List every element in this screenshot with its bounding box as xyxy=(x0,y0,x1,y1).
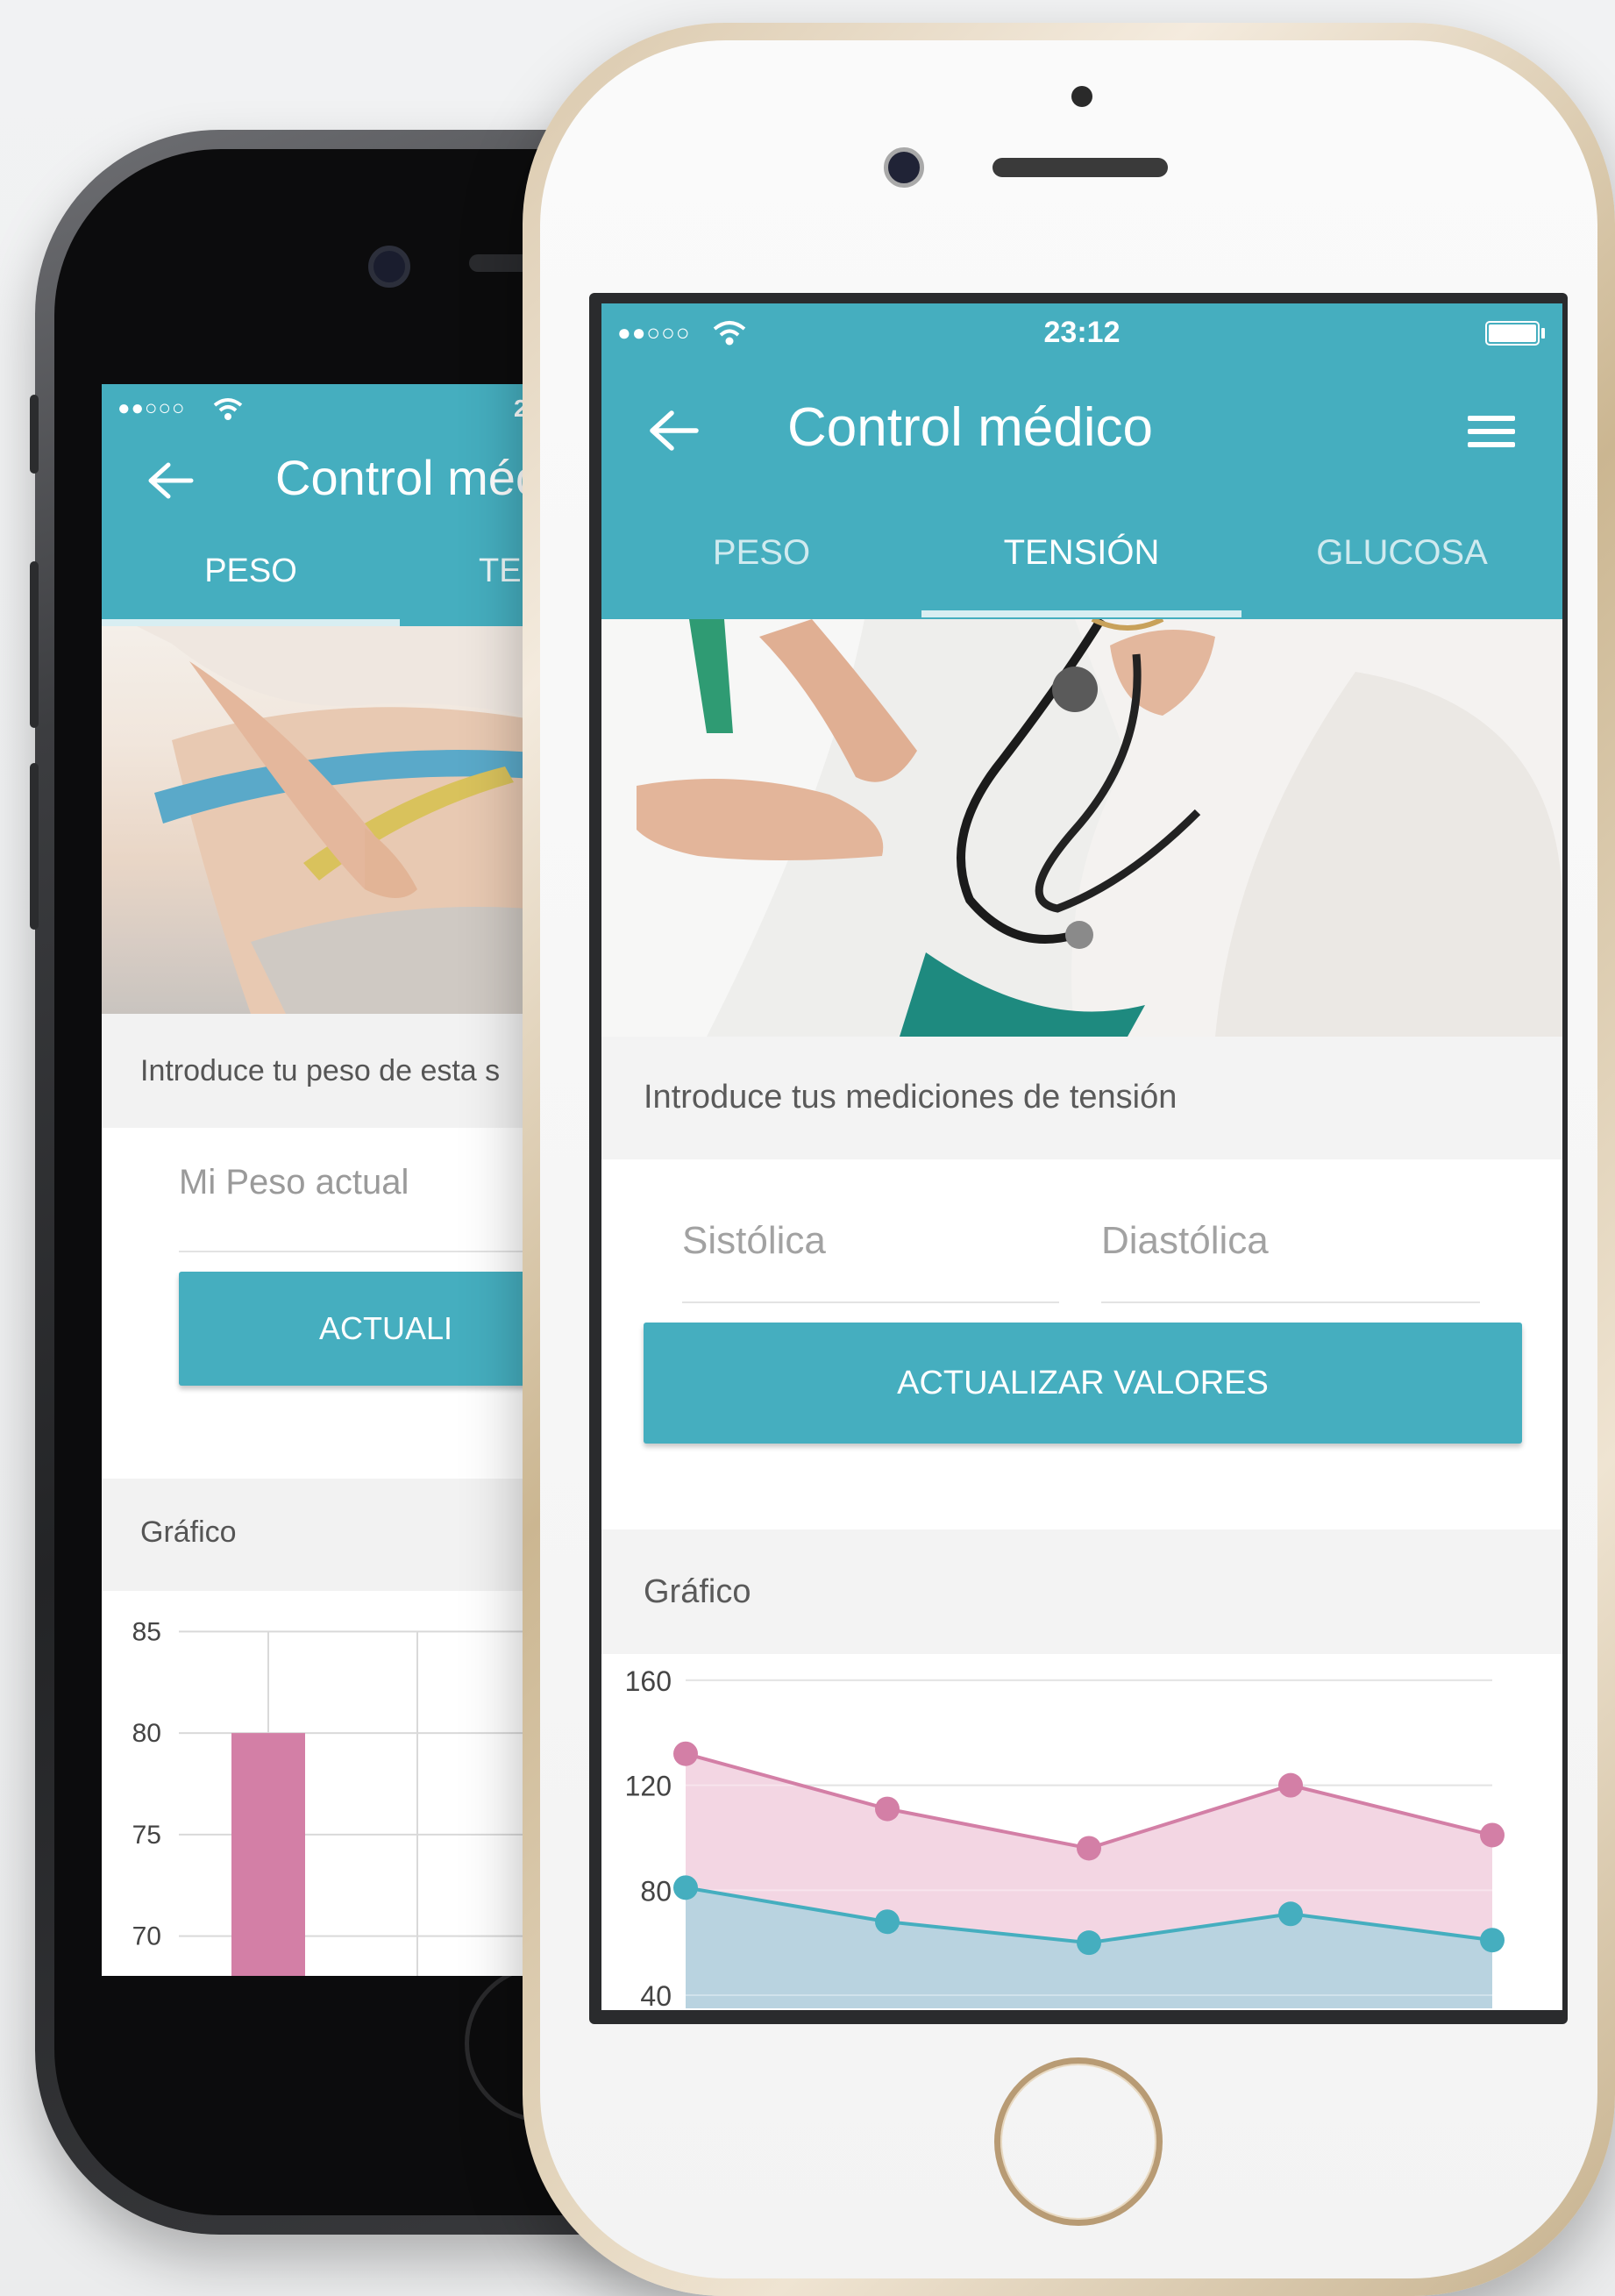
diastolic-point xyxy=(875,1909,900,1935)
status-bar: ●●○○○ 23:12 xyxy=(601,303,1562,363)
back-phone-mute-switch xyxy=(30,395,39,474)
blood-pressure-measurement-illustration xyxy=(601,619,1562,1037)
back-phone-screen: ●●○○○ 2 Control méc PESO TE Introduce tu… xyxy=(102,384,593,1976)
tab-tension[interactable]: TE xyxy=(479,553,522,590)
systolic-input-underline xyxy=(682,1301,1059,1303)
diastolic-input[interactable]: Diastólica xyxy=(1101,1219,1269,1263)
back-arrow-icon[interactable] xyxy=(647,409,700,453)
systolic-input[interactable]: Sistólica xyxy=(682,1219,826,1263)
front-phone-screen: ●●○○○ 23:12 Control médico PESO TENSIÓN … xyxy=(601,303,1562,2010)
weight-bar-chart: 85 80 75 70 xyxy=(132,1617,593,1976)
status-time: 23:12 xyxy=(1043,316,1121,349)
tension-area-chart: 160 120 80 40 xyxy=(625,1665,1505,2010)
weight-form: Mi Peso actual ACTUALI xyxy=(102,1128,593,1479)
back-tab-bar: PESO TE xyxy=(102,517,593,626)
battery-icon xyxy=(1485,321,1540,346)
y-tick-label: 80 xyxy=(640,1875,672,1907)
chart-section-title: Gráfico xyxy=(644,1573,751,1610)
tab-bar: PESO TENSIÓN GLUCOSA xyxy=(601,495,1562,619)
wifi-icon xyxy=(213,398,243,420)
weight-chart-area: 85 80 75 70 xyxy=(102,1591,593,1976)
back-phone-volume-up xyxy=(30,561,39,728)
diastolic-point xyxy=(1077,1930,1101,1956)
home-button[interactable] xyxy=(994,2057,1163,2226)
systolic-point xyxy=(1278,1772,1303,1798)
y-tick-label: 120 xyxy=(625,1771,672,1802)
update-values-button[interactable]: ACTUALIZAR VALORES xyxy=(644,1323,1522,1444)
waist-measuring-illustration xyxy=(137,626,593,1014)
app-header: Control médico xyxy=(601,363,1562,495)
tension-chart-area: 160 120 80 40 xyxy=(601,1654,1562,2010)
weight-input[interactable]: Mi Peso actual xyxy=(179,1163,409,1202)
tab-peso[interactable]: PESO xyxy=(102,553,400,590)
chart-section: Gráfico xyxy=(601,1529,1562,1654)
blood-pressure-hero-photo xyxy=(601,619,1562,1037)
tab-peso[interactable]: PESO xyxy=(601,533,921,573)
proximity-sensor xyxy=(1071,86,1092,107)
weight-intro-text: Introduce tu peso de esta s xyxy=(140,1054,501,1087)
chart-section-title: Gráfico xyxy=(140,1515,237,1549)
back-app-header: Control méc xyxy=(102,437,593,517)
page-title: Control médico xyxy=(787,397,1153,458)
y-tick-label: 70 xyxy=(132,1922,161,1951)
systolic-point xyxy=(1480,1822,1505,1848)
tab-tension[interactable]: TENSIÓN xyxy=(921,533,1241,573)
tension-form: Sistólica Diastólica ACTUALIZAR VALORES xyxy=(601,1159,1562,1529)
back-phone-camera xyxy=(368,246,410,288)
diastolic-point xyxy=(673,1875,698,1900)
page-title: Control méc xyxy=(275,450,540,505)
y-tick-label: 75 xyxy=(132,1821,161,1850)
tab-glucosa[interactable]: GLUCOSA xyxy=(1241,533,1562,573)
weight-intro-section: Introduce tu peso de esta s xyxy=(102,1014,593,1128)
weight-bar xyxy=(231,1733,305,1976)
weight-chart-section: Gráfico xyxy=(102,1479,593,1591)
systolic-point xyxy=(875,1796,900,1822)
back-arrow-icon[interactable] xyxy=(146,461,195,500)
y-tick-label: 40 xyxy=(640,1980,672,2010)
hamburger-menu-icon[interactable] xyxy=(1468,416,1515,455)
earpiece-speaker xyxy=(992,158,1168,177)
intro-text: Introduce tus mediciones de tensión xyxy=(644,1079,1177,1116)
front-camera xyxy=(884,147,924,188)
systolic-point xyxy=(1077,1836,1101,1861)
y-tick-label: 160 xyxy=(625,1665,672,1697)
battery-tip xyxy=(1541,328,1545,339)
y-tick-label: 85 xyxy=(132,1617,161,1646)
intro-section: Introduce tus mediciones de tensión xyxy=(601,1037,1562,1159)
back-phone-volume-down xyxy=(30,763,39,930)
diastolic-point xyxy=(1278,1901,1303,1927)
weight-hero-photo xyxy=(102,626,593,1014)
active-tab-indicator xyxy=(102,619,400,626)
diastolic-input-underline xyxy=(1101,1301,1480,1303)
active-tab-indicator xyxy=(921,610,1241,617)
diastolic-point xyxy=(1480,1928,1505,1953)
signal-strength-icon: ●●○○○ xyxy=(117,396,186,420)
back-status-bar: ●●○○○ 2 xyxy=(102,384,593,437)
y-tick-label: 80 xyxy=(132,1719,161,1748)
systolic-point xyxy=(673,1741,698,1766)
